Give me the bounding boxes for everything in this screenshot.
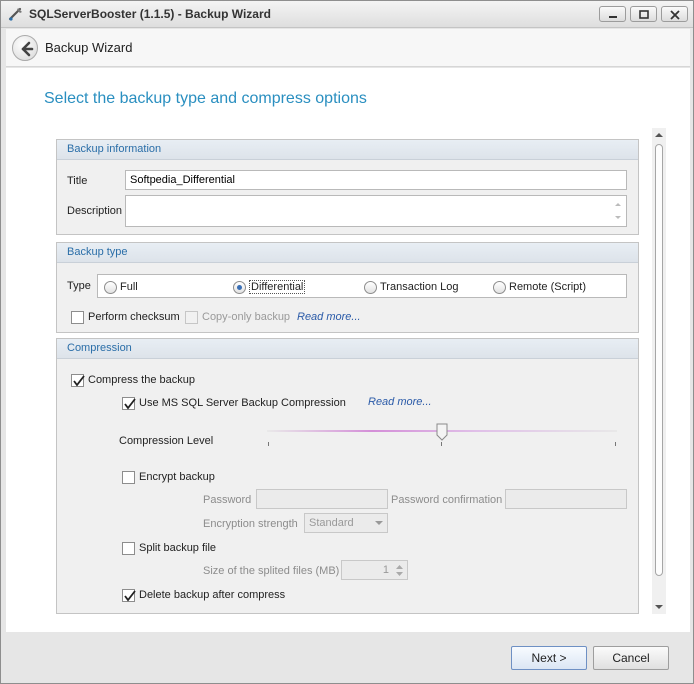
close-button[interactable] (661, 6, 688, 22)
perform-checksum-checkbox[interactable]: Perform checksum (71, 309, 180, 325)
radio-label: Remote (Script) (509, 281, 587, 293)
content-scrollbar[interactable] (652, 128, 666, 614)
checkmark-icon (73, 374, 85, 386)
title-label: Title (67, 175, 88, 187)
password-input[interactable] (256, 489, 388, 509)
password-confirmation-label: Password confirmation (391, 494, 503, 506)
title-input[interactable] (125, 170, 627, 190)
title-bar: SQLServerBooster (1.1.5) - Backup Wizard (1, 1, 693, 28)
maximize-icon (639, 10, 649, 19)
description-label: Description (67, 205, 123, 217)
encrypt-backup-checkbox[interactable]: Encrypt backup (122, 469, 215, 485)
back-button[interactable] (12, 35, 38, 61)
maximize-button[interactable] (630, 6, 657, 22)
checkbox-label: Use MS SQL Server Backup Compression (139, 397, 346, 409)
group-header: Compression (57, 339, 638, 359)
wizard-content: Select the backup type and compress opti… (6, 68, 690, 632)
checkbox-label: Encrypt backup (139, 471, 215, 483)
checkbox-label: Split backup file (139, 542, 217, 554)
compression-level-label: Compression Level (119, 435, 214, 447)
minimize-icon (609, 16, 617, 18)
copy-only-backup-checkbox[interactable]: Copy-only backup (185, 309, 290, 325)
password-confirmation-input[interactable] (505, 489, 627, 509)
window-title: SQLServerBooster (1.1.5) - Backup Wizard (29, 7, 271, 21)
ms-compression-checkbox[interactable]: Use MS SQL Server Backup Compression (122, 395, 346, 411)
close-icon (670, 10, 680, 20)
select-value: Standard (309, 517, 354, 529)
minimize-button[interactable] (599, 6, 626, 22)
wizard-header: Backup Wizard (6, 29, 690, 67)
radio-indicator (493, 280, 506, 294)
description-textarea[interactable] (125, 195, 627, 227)
stepper-arrows-icon (396, 565, 403, 576)
backup-type-radio-group: Full Differential Transaction Log Remote… (97, 274, 627, 298)
checkbox-label: Compress the backup (88, 374, 195, 386)
slider-tick (441, 442, 442, 446)
compress-backup-checkbox[interactable]: Compress the backup (71, 372, 195, 388)
radio-remote-script[interactable]: Remote (Script) (493, 279, 586, 295)
stepper-value: 1 (382, 564, 389, 576)
type-label: Type (67, 280, 91, 292)
header-title: Backup Wizard (45, 40, 133, 55)
radio-differential[interactable]: Differential (233, 279, 306, 295)
checkbox-label: Perform checksum (88, 311, 180, 323)
description-scrollbar[interactable] (612, 198, 624, 224)
chevron-down-icon (375, 521, 383, 525)
group-header: Backup type (57, 243, 638, 263)
checkbox-indicator (71, 373, 85, 387)
read-more-link[interactable]: Read more... (297, 311, 361, 323)
radio-transaction-log[interactable]: Transaction Log (364, 279, 458, 295)
compression-group: Compression Compress the backup Use MS S… (56, 338, 639, 614)
radio-indicator (104, 280, 117, 294)
slider-tick (615, 442, 616, 446)
arrow-left-icon (21, 41, 34, 57)
page-title: Select the backup type and compress opti… (44, 90, 367, 107)
wizard-window: SQLServerBooster (1.1.5) - Backup Wizard… (0, 0, 694, 684)
next-button[interactable]: Next > (511, 646, 587, 670)
checkbox-indicator (122, 541, 135, 555)
cancel-button[interactable]: Cancel (593, 646, 669, 670)
password-label: Password (203, 494, 252, 506)
split-backup-checkbox[interactable]: Split backup file (122, 540, 216, 556)
checkbox-indicator (122, 396, 136, 410)
scroll-up-icon[interactable] (655, 132, 663, 138)
radio-full[interactable]: Full (104, 279, 138, 295)
split-size-label: Size of the splited files (MB) (203, 565, 340, 577)
read-more-link[interactable]: Read more... (368, 396, 432, 408)
slider-thumb[interactable] (436, 423, 448, 441)
encryption-strength-label: Encryption strength (203, 518, 298, 530)
app-logo-icon (8, 6, 24, 22)
radio-label: Differential (249, 280, 306, 294)
radio-label: Transaction Log (380, 281, 459, 293)
backup-information-group: Backup information Title Description (56, 139, 639, 235)
scroll-down-icon[interactable] (655, 604, 663, 610)
checkmark-icon (124, 397, 136, 409)
checkbox-indicator (185, 310, 198, 324)
backup-type-group: Backup type Type Full Differential Trans… (56, 242, 639, 333)
delete-after-compress-checkbox[interactable]: Delete backup after compress (122, 587, 285, 603)
checkbox-label: Delete backup after compress (139, 589, 286, 601)
group-header: Backup information (57, 140, 638, 160)
checkmark-icon (124, 589, 136, 601)
wizard-footer: Next > Cancel (6, 632, 690, 680)
checkbox-indicator (122, 588, 136, 602)
split-size-stepper[interactable]: 1 (341, 560, 408, 580)
checkbox-indicator (71, 310, 84, 324)
radio-indicator (364, 280, 377, 294)
encryption-strength-select[interactable]: Standard (304, 513, 388, 533)
radio-label: Full (120, 281, 138, 293)
slider-tick (268, 442, 269, 446)
checkbox-indicator (122, 470, 135, 484)
scrollbar-thumb[interactable] (655, 144, 663, 576)
radio-indicator (233, 280, 246, 294)
checkbox-label: Copy-only backup (202, 311, 291, 323)
